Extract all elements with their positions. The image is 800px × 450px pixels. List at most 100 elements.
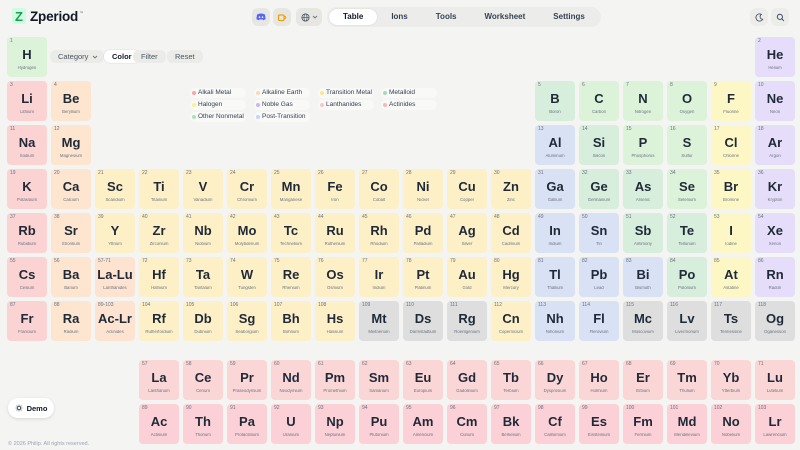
legend-item[interactable]: Halogen [190,100,246,110]
element-tile[interactable]: 48 Cd Cadmium [491,213,531,253]
element-tile[interactable]: 67 Ho Holmium [579,360,619,400]
element-tile[interactable]: 114 Fl Flerovium [579,301,619,341]
element-tile[interactable]: 11 Na Sodium [7,125,47,165]
element-tile[interactable]: 30 Zn Zinc [491,169,531,209]
tab-settings[interactable]: Settings [539,9,599,25]
element-tile[interactable]: 57-71 La-Lu Lanthanides [95,257,135,297]
element-tile[interactable]: 27 Co Cobalt [359,169,399,209]
legend-item[interactable]: Alkaline Earth [254,88,310,98]
element-tile[interactable]: 24 Cr Chromium [227,169,267,209]
element-tile[interactable]: 12 Mg Magnesium [51,125,91,165]
element-tile[interactable]: 104 Rf Rutherfordium [139,301,179,341]
element-tile[interactable]: 109 Mt Meitnerium [359,301,399,341]
element-tile[interactable]: 53 I Iodine [711,213,751,253]
element-tile[interactable]: 49 In Indium [535,213,575,253]
coffee-button[interactable] [273,8,291,26]
element-tile[interactable]: 13 Al Aluminum [535,125,575,165]
element-tile[interactable]: 56 Ba Barium [51,257,91,297]
element-tile[interactable]: 35 Br Bromine [711,169,751,209]
element-tile[interactable]: 107 Bh Bohrium [271,301,311,341]
element-tile[interactable]: 88 Ra Radium [51,301,91,341]
element-tile[interactable]: 95 Am Americium [403,404,443,444]
element-tile[interactable]: 36 Kr Krypton [755,169,795,209]
element-tile[interactable]: 76 Os Osmium [315,257,355,297]
element-tile[interactable]: 9 F Fluorine [711,81,751,121]
element-tile[interactable]: 60 Nd Neodymium [271,360,311,400]
legend-item[interactable]: Lanthanides [318,100,374,110]
element-tile[interactable]: 51 Sb Antimony [623,213,663,253]
element-tile[interactable]: 28 Ni Nickel [403,169,443,209]
element-tile[interactable]: 106 Sg Seaborgium [227,301,267,341]
element-tile[interactable]: 110 Ds Darmstadtium [403,301,443,341]
element-tile[interactable]: 92 U Uranium [271,404,311,444]
element-tile[interactable]: 43 Tc Technetium [271,213,311,253]
element-tile[interactable]: 39 Y Yttrium [95,213,135,253]
element-tile[interactable]: 116 Lv Livermorium [667,301,707,341]
element-tile[interactable]: 57 La Lanthanum [139,360,179,400]
element-tile[interactable]: 102 No Nobelium [711,404,751,444]
element-tile[interactable]: 86 Rn Radon [755,257,795,297]
element-tile[interactable]: 117 Ts Tennessine [711,301,751,341]
element-tile[interactable]: 118 Og Oganesson [755,301,795,341]
element-tile[interactable]: 84 Po Polonium [667,257,707,297]
element-tile[interactable]: 108 Hs Hassium [315,301,355,341]
element-tile[interactable]: 94 Pu Plutonium [359,404,399,444]
element-tile[interactable]: 14 Si Silicon [579,125,619,165]
element-tile[interactable]: 80 Hg Mercury [491,257,531,297]
element-tile[interactable]: 81 Tl Thallium [535,257,575,297]
element-tile[interactable]: 113 Nh Nihonium [535,301,575,341]
element-tile[interactable]: 72 Hf Hafnium [139,257,179,297]
element-tile[interactable]: 4 Be Beryllium [51,81,91,121]
element-tile[interactable]: 64 Gd Gadolinium [447,360,487,400]
element-tile[interactable]: 98 Cf Californium [535,404,575,444]
element-tile[interactable]: 31 Ga Gallium [535,169,575,209]
element-tile[interactable]: 74 W Tungsten [227,257,267,297]
element-tile[interactable]: 97 Bk Berkelium [491,404,531,444]
theme-toggle[interactable] [750,8,768,26]
element-tile[interactable]: 78 Pt Platinum [403,257,443,297]
element-tile[interactable]: 22 Ti Titanium [139,169,179,209]
element-tile[interactable]: 29 Cu Copper [447,169,487,209]
element-tile[interactable]: 23 V Vanadium [183,169,223,209]
tab-tools[interactable]: Tools [422,9,471,25]
demo-button[interactable]: Demo [8,398,54,418]
element-tile[interactable]: 52 Te Tellurium [667,213,707,253]
element-tile[interactable]: 85 At Astatine [711,257,751,297]
element-tile[interactable]: 17 Cl Chlorine [711,125,751,165]
element-tile[interactable]: 105 Db Dubnium [183,301,223,341]
element-tile[interactable]: 42 Mo Molybdenum [227,213,267,253]
element-tile[interactable]: 115 Mc Moscovium [623,301,663,341]
element-tile[interactable]: 6 C Carbon [579,81,619,121]
element-tile[interactable]: 55 Cs Cesium [7,257,47,297]
element-tile[interactable]: 3 Li Lithium [7,81,47,121]
tab-ions[interactable]: Ions [377,9,421,25]
element-tile[interactable]: 69 Tm Thulium [667,360,707,400]
element-tile[interactable]: 93 Np Neptunium [315,404,355,444]
filter-button[interactable]: Filter [133,50,166,63]
element-tile[interactable]: 111 Rg Roentgenium [447,301,487,341]
element-tile[interactable]: 45 Rh Rhodium [359,213,399,253]
element-tile[interactable]: 10 Ne Neon [755,81,795,121]
element-tile[interactable]: 75 Re Rhenium [271,257,311,297]
element-tile[interactable]: 68 Er Erbium [623,360,663,400]
legend-item[interactable]: Noble Gas [254,100,310,110]
element-tile[interactable]: 26 Fe Iron [315,169,355,209]
element-tile[interactable]: 73 Ta Tantalum [183,257,223,297]
legend-item[interactable]: Alkali Metal [190,88,246,98]
element-tile[interactable]: 1 H Hydrogen [7,37,47,77]
element-tile[interactable]: 61 Pm Promethium [315,360,355,400]
element-tile[interactable]: 90 Th Thorium [183,404,223,444]
element-tile[interactable]: 50 Sn Tin [579,213,619,253]
element-tile[interactable]: 21 Sc Scandium [95,169,135,209]
legend-item[interactable]: Actinides [381,100,437,110]
element-tile[interactable]: 79 Au Gold [447,257,487,297]
element-tile[interactable]: 83 Bi Bismuth [623,257,663,297]
element-tile[interactable]: 70 Yb Ytterbium [711,360,751,400]
element-tile[interactable]: 5 B Boron [535,81,575,121]
element-tile[interactable]: 100 Fm Fermium [623,404,663,444]
element-tile[interactable]: 34 Se Selenium [667,169,707,209]
element-tile[interactable]: 46 Pd Palladium [403,213,443,253]
element-tile[interactable]: 77 Ir Iridium [359,257,399,297]
element-tile[interactable]: 112 Cn Copernicium [491,301,531,341]
element-tile[interactable]: 44 Ru Ruthenium [315,213,355,253]
